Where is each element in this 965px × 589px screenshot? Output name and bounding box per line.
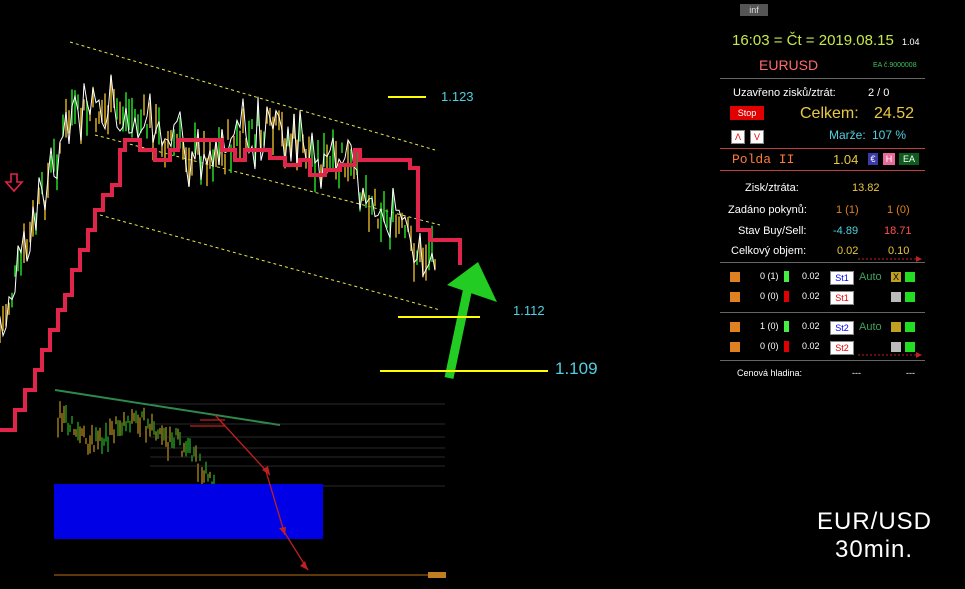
row3-auto: Auto	[859, 321, 882, 333]
state-sell: 18.71	[884, 225, 912, 237]
row2-tag-button[interactable]: St1	[830, 291, 854, 305]
separator	[720, 78, 925, 79]
symbol-watermark: EUR/USD	[817, 508, 933, 535]
version-text: 1.04	[902, 37, 920, 47]
price-level-label: Cenová hladina:	[737, 368, 803, 378]
ea-version-text: 1.04	[833, 152, 859, 167]
row2-red-indicator	[784, 291, 789, 302]
state-label: Stav Buy/Sell:	[738, 225, 807, 237]
orders-label: Zadáno pokynů:	[728, 204, 807, 216]
row1-auto: Auto	[859, 271, 882, 283]
row3-orange-button[interactable]	[730, 322, 740, 332]
ea-button[interactable]: EA	[899, 153, 919, 165]
margin-value: 107 %	[872, 128, 907, 142]
volume-label: Celkový objem:	[731, 245, 807, 257]
price-label-1123: 1.123	[441, 89, 474, 104]
row4-lot: 0.02	[802, 341, 820, 351]
row2-green-button[interactable]	[905, 292, 915, 302]
row4-tag-button[interactable]: St2	[830, 341, 854, 355]
price-level-b: ---	[906, 368, 915, 378]
euro-button[interactable]: €	[868, 153, 878, 165]
volume-buy: 0.02	[837, 245, 859, 257]
row3-lot: 0.02	[802, 321, 820, 331]
row3-minus-button[interactable]	[891, 322, 901, 332]
row4-count: 0 (0)	[760, 341, 779, 351]
separator	[720, 170, 925, 171]
row1-orange-button[interactable]	[730, 272, 740, 282]
datetime-text: 16:03 = Čt = 2019.08.15	[732, 32, 894, 49]
row1-green-button[interactable]	[905, 272, 915, 282]
sell-arrow-icon	[4, 173, 24, 193]
timeframe-watermark: 30min.	[835, 536, 914, 563]
orders-sell: 1 (0)	[887, 204, 910, 216]
price-level-a: ---	[852, 368, 861, 378]
row1-green-indicator	[784, 271, 789, 282]
h-button[interactable]: H	[883, 153, 895, 165]
ea-name-text: Polda II	[732, 152, 795, 167]
separator	[720, 262, 925, 263]
row4-green-button[interactable]	[905, 342, 915, 352]
separator	[720, 360, 925, 361]
row3-tag-button[interactable]: St2	[830, 321, 854, 335]
green-up-arrow-icon	[444, 262, 497, 379]
volume-sell: 0.10	[888, 245, 910, 257]
orders-buy: 1 (1)	[836, 204, 859, 216]
row2-orange-button[interactable]	[730, 292, 740, 302]
total-value: 24.52	[874, 105, 915, 122]
state-buy: -4.89	[833, 225, 859, 237]
profit-label: Zisk/ztráta:	[745, 182, 799, 194]
inf-button[interactable]: inf	[740, 4, 768, 16]
total-label: Celkem:	[800, 105, 859, 122]
inset-chart	[54, 389, 446, 578]
price-label-1109: 1.109	[555, 359, 598, 378]
down-button[interactable]: V	[750, 130, 764, 144]
up-button[interactable]: Λ	[731, 130, 745, 144]
margin-label: Marže:	[829, 128, 866, 142]
row4-red-indicator	[784, 341, 789, 352]
row1-lot: 0.02	[802, 271, 820, 281]
row3-green-button[interactable]	[905, 322, 915, 332]
price-label-1112: 1.112	[513, 303, 545, 318]
channel-upper-line	[69, 41, 436, 151]
profit-value: 13.82	[852, 182, 880, 194]
stop-button[interactable]: Stop	[730, 106, 764, 120]
row2-count: 0 (0)	[760, 291, 779, 301]
row1-count: 0 (1)	[760, 271, 779, 281]
row1-tag-button[interactable]: St1	[830, 271, 854, 285]
row4-orange-button[interactable]	[730, 342, 740, 352]
row2-minus-button[interactable]	[891, 292, 901, 302]
row2-lot: 0.02	[802, 291, 820, 301]
row4-minus-button[interactable]	[891, 342, 901, 352]
closed-value: 2 / 0	[868, 87, 890, 99]
closed-label: Uzavřeno zisků/ztrát:	[733, 87, 836, 99]
symbol-text: EURUSD	[759, 57, 819, 73]
red-trailing-line	[0, 138, 462, 432]
separator	[720, 148, 925, 149]
channel-lower-line	[99, 214, 441, 311]
ea-id-text: EA č.9000008	[873, 62, 917, 69]
row3-count: 1 (0)	[760, 321, 779, 331]
row1-x-button[interactable]: X	[891, 272, 901, 282]
row3-green-indicator	[784, 321, 789, 332]
separator	[720, 312, 925, 313]
